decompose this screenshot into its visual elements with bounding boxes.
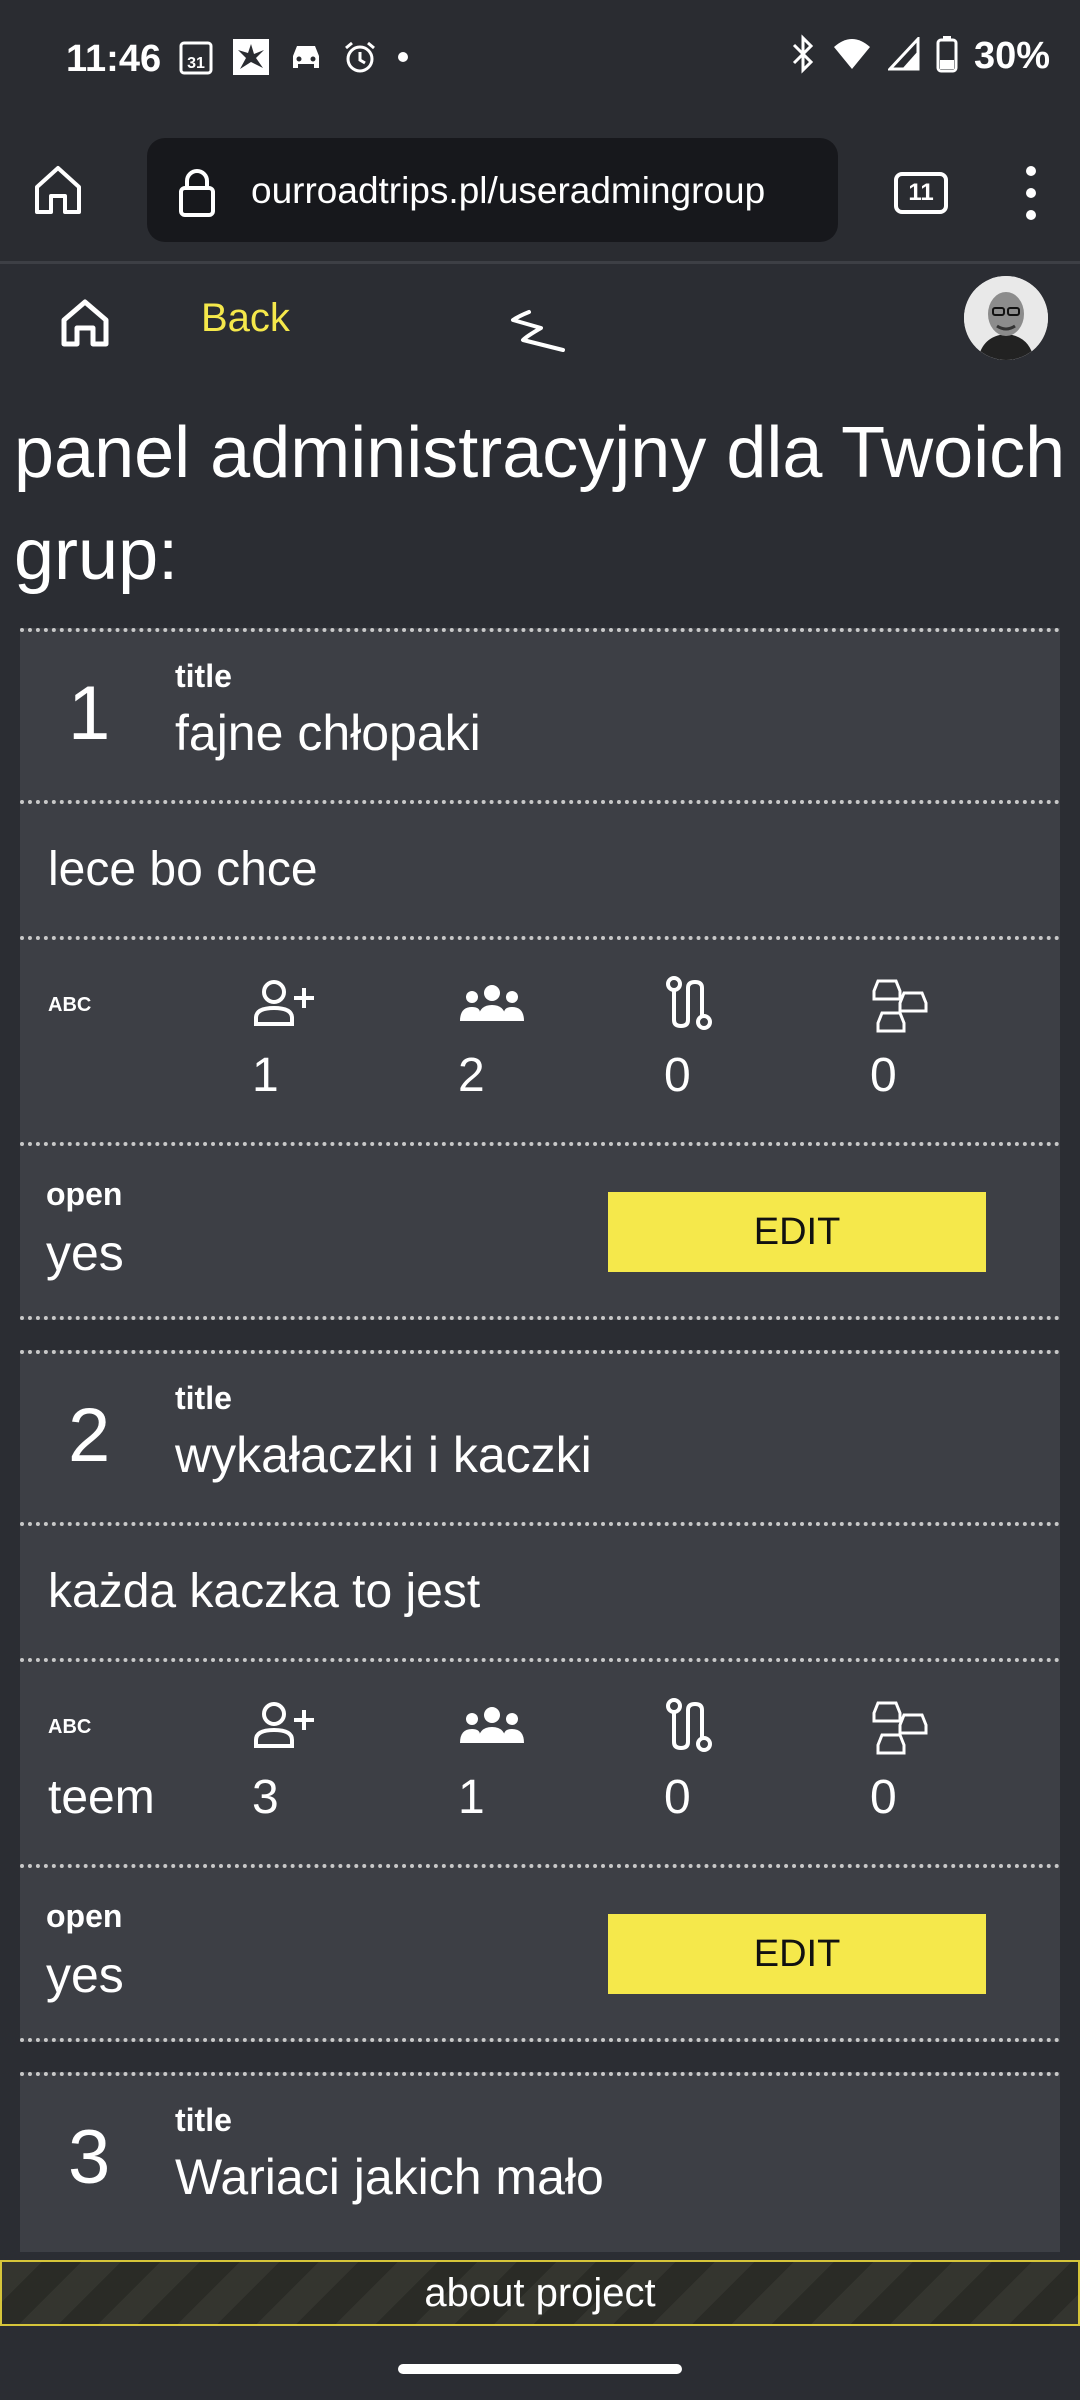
edit-button[interactable]: EDIT: [608, 1192, 986, 1272]
stat-value: 0: [870, 1049, 897, 1102]
group-card: 1 title fajne chłopaki lece bo chce ABC …: [20, 628, 1060, 1320]
group-icon: [458, 1692, 578, 1758]
title-label: title: [175, 2102, 232, 2138]
open-value: yes: [46, 1225, 124, 1281]
group-description-row: każda kaczka to jest: [20, 1526, 1060, 1662]
group-number: 2: [68, 1393, 111, 1478]
about-project-label: about project: [424, 2271, 656, 2315]
group-title-row: 1 title fajne chłopaki: [20, 632, 1060, 804]
cars-icon: [870, 970, 990, 1036]
group-open-row: open yes EDIT: [20, 1868, 1060, 2040]
edit-button[interactable]: EDIT: [608, 1914, 986, 1994]
car-icon: [288, 40, 324, 79]
title-label: title: [175, 1380, 232, 1416]
group-description: każda kaczka to jest: [48, 1565, 481, 1618]
stat-abc: ABC teem: [48, 1692, 168, 1825]
stat-value: 2: [458, 1049, 485, 1102]
person-add-icon: [252, 970, 372, 1036]
battery-icon: [936, 35, 958, 78]
status-bar: 11:46 31 30%: [0, 0, 1080, 118]
stat-members: 2: [458, 970, 578, 1103]
route-icon: [664, 1692, 784, 1758]
svg-text:ABC: ABC: [48, 1716, 91, 1737]
title-label: title: [175, 658, 232, 694]
user-avatar[interactable]: [964, 276, 1048, 360]
address-bar[interactable]: ourroadtrips.pl/useradmingroup: [147, 138, 838, 242]
group-title: fajne chłopaki: [175, 705, 481, 761]
group-card: 3 title Wariaci jakich mało: [20, 2072, 1060, 2252]
stat-members: 1: [458, 1692, 578, 1825]
lock-icon: [177, 168, 217, 223]
app-nav: Back: [0, 266, 1080, 376]
group-stats-row: ABC 1 2 0 0: [20, 940, 1060, 1146]
svg-text:ABC: ABC: [48, 994, 91, 1015]
home-icon: [35, 166, 81, 214]
battery-percent: 30%: [973, 35, 1050, 77]
group-title: wykałaczki i kaczki: [175, 1427, 592, 1483]
more-menu-icon[interactable]: [1026, 166, 1038, 232]
notification-icons: 31: [178, 38, 410, 81]
stat-value: 0: [870, 1771, 897, 1824]
group-stats-row: ABC teem 3 1 0 0: [20, 1662, 1060, 1868]
browser-home-button[interactable]: [32, 162, 84, 223]
open-label: open: [46, 1898, 123, 1934]
group-icon: [458, 970, 578, 1036]
open-label: open: [46, 1176, 123, 1212]
person-add-icon: [252, 1692, 372, 1758]
app-logo-icon[interactable]: [505, 306, 569, 361]
group-description: lece bo chce: [48, 843, 318, 896]
group-description-row: lece bo chce: [20, 804, 1060, 940]
browser-toolbar: ourroadtrips.pl/useradmingroup 11: [0, 118, 1080, 264]
open-value: yes: [46, 1947, 124, 2003]
stat-value: 1: [252, 1049, 279, 1102]
group-title-row: 2 title wykałaczki i kaczki: [20, 1354, 1060, 1526]
route-icon: [664, 970, 784, 1036]
stat-cars: 0: [870, 1692, 990, 1825]
stat-value: 0: [664, 1049, 691, 1102]
stat-value: 0: [664, 1771, 691, 1824]
stat-add-person: 3: [252, 1692, 372, 1825]
stat-routes: 0: [664, 1692, 784, 1825]
app-home-button[interactable]: [58, 296, 112, 355]
back-link[interactable]: Back: [201, 296, 290, 341]
stat-value: 3: [252, 1771, 279, 1824]
group-title-row: 3 title Wariaci jakich mało: [20, 2076, 1060, 2248]
system-icons: 30%: [790, 34, 1050, 79]
bluetooth-icon: [790, 34, 816, 79]
calendar-icon: 31: [178, 38, 214, 81]
svg-text:31: 31: [187, 55, 205, 72]
group-card: 2 title wykałaczki i kaczki każda kaczka…: [20, 1350, 1060, 2042]
url-text: ourroadtrips.pl/useradmingroup: [251, 170, 766, 211]
wifi-icon: [832, 37, 872, 76]
stat-abc: ABC: [48, 970, 168, 1048]
dot-icon: [396, 50, 410, 69]
abc-icon: ABC: [48, 970, 168, 1036]
stat-value: 1: [458, 1771, 485, 1824]
news-icon: [232, 38, 270, 81]
alarm-icon: [342, 39, 378, 80]
stat-routes: 0: [664, 970, 784, 1103]
cars-icon: [870, 1692, 990, 1758]
group-number: 1: [68, 671, 111, 756]
avatar-photo-icon: [964, 276, 1048, 360]
stat-add-person: 1: [252, 970, 372, 1103]
stat-cars: 0: [870, 970, 990, 1103]
tab-switcher-button[interactable]: 11: [894, 172, 948, 214]
group-open-row: open yes EDIT: [20, 1146, 1060, 1318]
abc-icon: ABC: [48, 1692, 168, 1758]
page-title: panel administracyjny dla Twoich grup:: [14, 413, 1066, 595]
home-icon: [61, 299, 109, 347]
about-project-link[interactable]: about project: [0, 2260, 1080, 2326]
clock: 11:46: [66, 38, 162, 80]
signal-icon: [886, 35, 920, 76]
group-title: Wariaci jakich mało: [175, 2149, 604, 2205]
gesture-nav-handle[interactable]: [398, 2364, 682, 2374]
group-number: 3: [68, 2115, 111, 2200]
stat-value: teem: [48, 1771, 155, 1824]
